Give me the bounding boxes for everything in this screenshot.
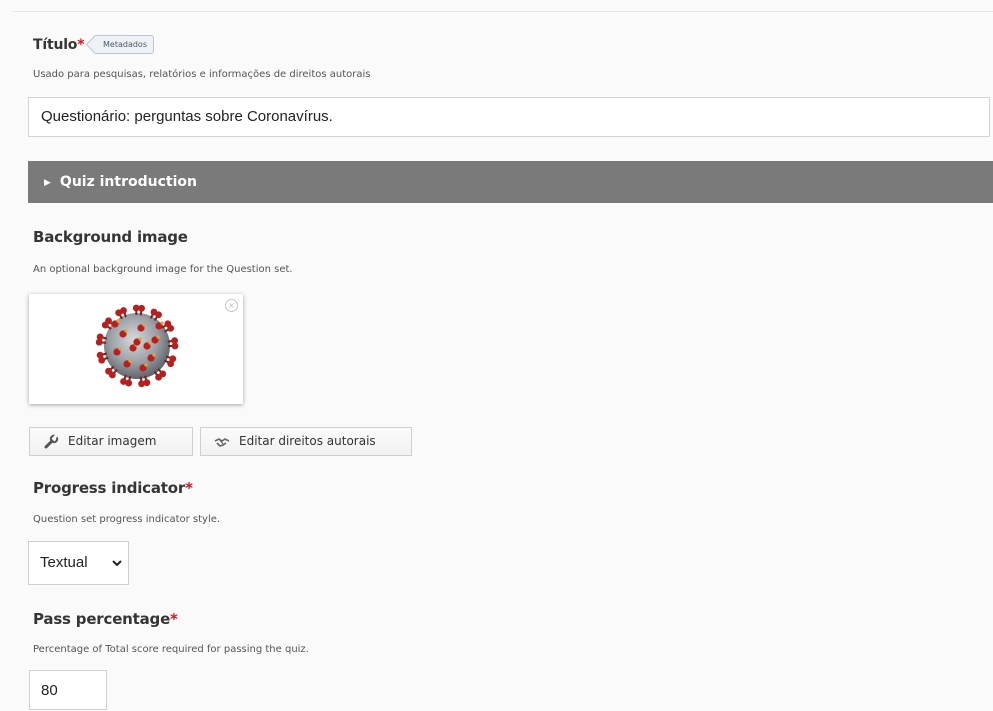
quiz-introduction-group-header[interactable]: ▶ Quiz introduction [28, 161, 993, 203]
pass-percentage-label-text: Pass percentage [33, 610, 170, 628]
background-image-description: An optional background image for the Que… [33, 264, 293, 275]
background-image-thumbnail[interactable]: × [29, 294, 243, 404]
top-divider [12, 11, 993, 12]
required-asterisk: * [77, 37, 84, 53]
quiz-introduction-label: Quiz introduction [60, 174, 197, 190]
pass-percentage-description: Percentage of Total score required for p… [33, 644, 309, 655]
required-asterisk: * [185, 479, 193, 497]
wrench-icon [43, 434, 59, 450]
title-field-label: Título* [33, 37, 84, 53]
progress-indicator-select[interactable]: Textual [28, 541, 129, 585]
title-label-text: Título [33, 37, 77, 53]
handshake-icon [214, 434, 230, 450]
progress-indicator-value: Textual [40, 554, 88, 571]
pass-percentage-input[interactable]: 80 [29, 670, 107, 710]
pass-percentage-label: Pass percentage* [33, 610, 178, 628]
caret-right-icon: ▶ [44, 162, 51, 204]
metadata-button[interactable]: Metadados [93, 35, 154, 54]
progress-indicator-label-text: Progress indicator [33, 479, 185, 497]
edit-copyright-label: Editar direitos autorais [239, 434, 376, 448]
title-description: Usado para pesquisas, relatórios e infor… [33, 69, 371, 80]
title-input[interactable]: Questionário: perguntas sobre Coronavíru… [28, 97, 990, 137]
remove-image-icon[interactable]: × [225, 299, 238, 312]
progress-indicator-label: Progress indicator* [33, 479, 193, 497]
edit-image-label: Editar imagem [68, 434, 156, 448]
edit-image-button[interactable]: Editar imagem [29, 427, 193, 456]
coronavirus-image [29, 294, 243, 404]
required-asterisk: * [170, 610, 178, 628]
progress-indicator-description: Question set progress indicator style. [33, 514, 220, 525]
background-image-label: Background image [33, 228, 188, 246]
chevron-down-icon [111, 557, 123, 569]
edit-copyright-button[interactable]: Editar direitos autorais [200, 427, 412, 456]
